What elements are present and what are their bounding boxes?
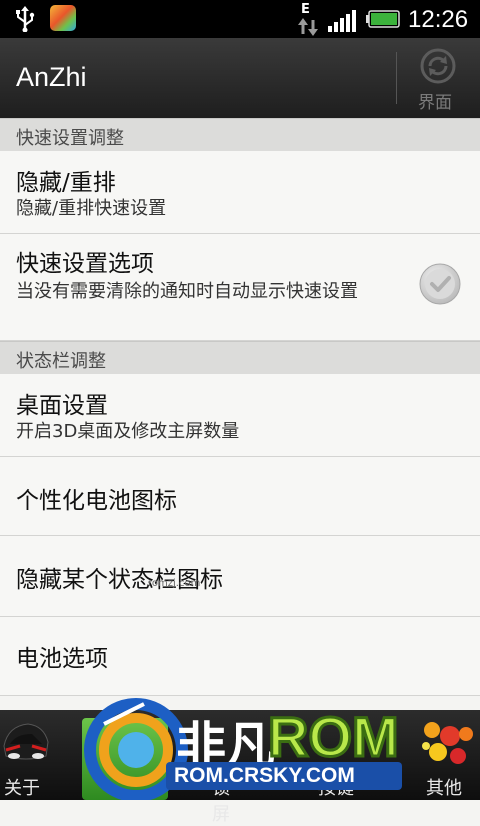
- section-header-status-bar: 状态栏调整: [0, 341, 480, 375]
- signal-strength-icon: [328, 10, 356, 32]
- item-summary: 开启3D桌面及修改主屏数量: [16, 421, 240, 442]
- action-bar-divider: [396, 52, 397, 104]
- item-title: 个性化电池图标: [16, 488, 177, 514]
- action-bar: AnZhi 界面: [0, 38, 480, 118]
- data-activity-icon: E: [298, 2, 318, 36]
- status-bar: E 12:26: [0, 0, 480, 38]
- section-header-quick-settings: 快速设置调整: [0, 118, 480, 152]
- interface-button-label: 界面: [418, 93, 452, 113]
- tab-about[interactable]: 关于: [0, 710, 80, 800]
- clock: 12:26: [408, 6, 469, 33]
- list-item-desktop-settings[interactable]: 桌面设置 开启3D桌面及修改主屏数量: [0, 374, 480, 457]
- interface-button[interactable]: 界面: [406, 46, 470, 113]
- section-header-label: 快速设置调整: [16, 128, 124, 149]
- watermark-small: romzj.com: [148, 578, 201, 589]
- item-summary: 隐藏/重排快速设置: [16, 198, 167, 219]
- item-summary: 当没有需要清除的通知时自动显示快速设置: [16, 281, 358, 302]
- app-notification-icon: [50, 5, 76, 31]
- item-title: 隐藏/重排: [16, 170, 116, 196]
- item-title: 快速设置选项: [16, 251, 154, 277]
- section-header-label: 状态栏调整: [16, 351, 106, 372]
- usb-icon: [16, 6, 35, 32]
- tab-other[interactable]: 其他: [412, 710, 480, 800]
- item-title: 电池选项: [16, 646, 108, 672]
- watermark-url: ROM.CRSKY.COM: [174, 764, 355, 787]
- list-item-quick-settings-options[interactable]: 快速设置选项 当没有需要清除的通知时自动显示快速设置: [0, 234, 480, 341]
- item-title: 桌面设置: [16, 393, 108, 419]
- tab-label: 其他: [426, 778, 462, 799]
- list-item-hide-reorder[interactable]: 隐藏/重排 隐藏/重排快速设置: [0, 151, 480, 234]
- watermark-rom: ROM: [267, 704, 401, 770]
- battery-icon: [366, 10, 400, 28]
- list-item-battery-icon[interactable]: 个性化电池图标: [0, 457, 480, 536]
- refresh-icon: [420, 48, 456, 84]
- paint-palette-icon: [422, 722, 473, 764]
- watermark-url-banner: ROM.CRSKY.COM: [166, 762, 402, 790]
- network-type-label: E: [301, 2, 310, 17]
- app-title: AnZhi: [16, 62, 87, 92]
- tab-label: 关于: [4, 778, 40, 799]
- checkbox[interactable]: [418, 262, 462, 306]
- list-item-battery-options[interactable]: 电池选项: [0, 617, 480, 696]
- list-item-hide-status-icon[interactable]: 隐藏某个状态栏图标: [0, 536, 480, 617]
- sports-car-icon: [3, 723, 49, 760]
